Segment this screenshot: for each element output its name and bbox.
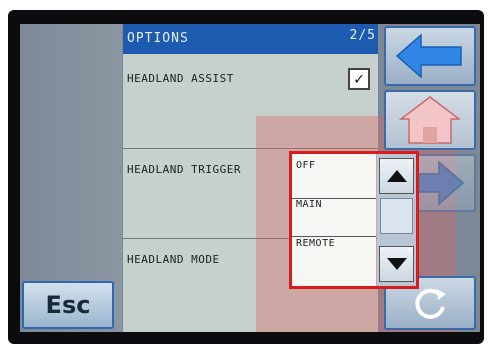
triangle-up-icon — [386, 170, 407, 182]
dropdown-scrollbar[interactable] — [377, 154, 416, 286]
headland-trigger-dropdown[interactable]: OFF MAIN REMOTE — [292, 154, 376, 286]
setting-label: HEADLAND MODE — [127, 253, 220, 266]
back-button[interactable] — [384, 26, 476, 86]
refresh-icon — [415, 288, 446, 319]
page-title: OPTIONS — [127, 31, 189, 46]
option-divider — [292, 236, 376, 237]
terminal-screen: Esc OPTIONS 2/5 HEADLAND ASSIST ✓ HEADLA… — [20, 24, 480, 332]
headland-assist-checkbox[interactable]: ✓ — [348, 68, 370, 90]
left-arrow-icon — [395, 33, 462, 79]
triangle-down-icon — [386, 258, 407, 270]
dropdown-option-remote[interactable]: REMOTE — [296, 238, 335, 249]
home-button[interactable] — [384, 90, 476, 150]
scroll-thumb[interactable] — [380, 198, 413, 234]
dropdown-option-main[interactable]: MAIN — [296, 199, 322, 210]
checkmark-icon: ✓ — [354, 69, 364, 88]
title-bar: OPTIONS 2/5 — [123, 24, 378, 54]
setting-label: HEADLAND TRIGGER — [127, 163, 241, 176]
setting-label: HEADLAND ASSIST — [127, 72, 234, 85]
esc-button[interactable]: Esc — [22, 281, 114, 329]
home-icon — [399, 96, 461, 144]
dropdown-option-off[interactable]: OFF — [296, 160, 316, 171]
page-indicator: 2/5 — [349, 28, 376, 43]
scroll-up-button[interactable] — [379, 158, 414, 194]
scroll-down-button[interactable] — [379, 246, 414, 282]
